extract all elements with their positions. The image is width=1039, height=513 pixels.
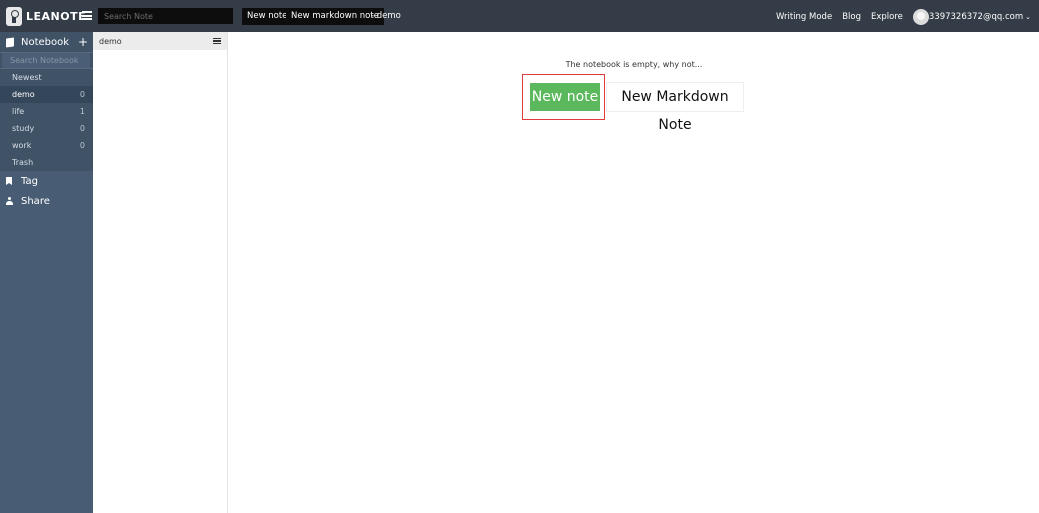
top-links: Writing Mode Blog Explore 3397326372@qq.… [766, 8, 1031, 25]
user-menu[interactable]: 3397326372@qq.com ⌄ [912, 8, 1031, 25]
user-email: 3397326372@qq.com [928, 11, 1024, 22]
note-count: 0 [79, 141, 85, 150]
writing-mode-link[interactable]: Writing Mode [776, 12, 832, 22]
note-list-header: demo [93, 32, 227, 50]
add-notebook-icon[interactable]: + [78, 35, 88, 49]
tag-icon [6, 177, 12, 185]
new-note-button[interactable]: New note [242, 8, 293, 25]
notebook-list: Newest demo 0 life 1 study 0 work 0 Tras… [0, 69, 93, 171]
notebook-section-header[interactable]: Notebook + [0, 32, 93, 52]
leanote-logo-icon [6, 6, 22, 26]
main-editor-area: The notebook is empty, why not... New no… [229, 32, 1039, 513]
note-count: 0 [79, 124, 85, 133]
note-list-panel: demo [93, 32, 228, 513]
top-header: LEANOTE New note New markdown note - dem… [0, 0, 1039, 32]
empty-notebook-message: The notebook is empty, why not... [565, 60, 703, 69]
note-list-title: demo [99, 36, 122, 46]
list-view-icon[interactable] [213, 37, 221, 45]
sidebar-item-work[interactable]: work 0 [0, 137, 93, 154]
new-markdown-note-button[interactable]: New markdown note [286, 8, 384, 25]
search-note-input[interactable] [98, 8, 233, 24]
sidebar-item-newest[interactable]: Newest [0, 69, 93, 86]
note-count: 0 [79, 90, 85, 99]
sidebar-item-life[interactable]: life 1 [0, 103, 93, 120]
search-notebook-input[interactable] [2, 53, 90, 68]
notebook-label: Notebook [21, 36, 70, 48]
chevron-down-icon: ⌄ [1025, 12, 1031, 21]
user-icon [6, 197, 13, 205]
explore-link[interactable]: Explore [871, 12, 903, 22]
create-markdown-note-button[interactable]: New Markdown Note [606, 82, 744, 133]
avatar [912, 8, 929, 25]
menu-toggle-icon[interactable] [82, 11, 92, 20]
blog-link[interactable]: Blog [842, 12, 861, 22]
create-new-note-button[interactable]: New note [530, 83, 600, 111]
sidebar-item-tag[interactable]: Tag [0, 171, 93, 191]
book-icon [6, 36, 14, 48]
current-notebook-label: - demo [371, 11, 401, 21]
note-count: 1 [79, 107, 85, 116]
logo-text: LEANOTE [26, 9, 87, 23]
sidebar-item-demo[interactable]: demo 0 [0, 86, 93, 103]
sidebar: Notebook + Newest demo 0 life 1 study 0 … [0, 32, 93, 513]
logo[interactable]: LEANOTE [6, 6, 86, 26]
search-notebook-wrapper [0, 52, 93, 69]
sidebar-item-study[interactable]: study 0 [0, 120, 93, 137]
sidebar-item-share[interactable]: Share [0, 191, 93, 211]
sidebar-item-trash[interactable]: Trash [0, 154, 93, 171]
